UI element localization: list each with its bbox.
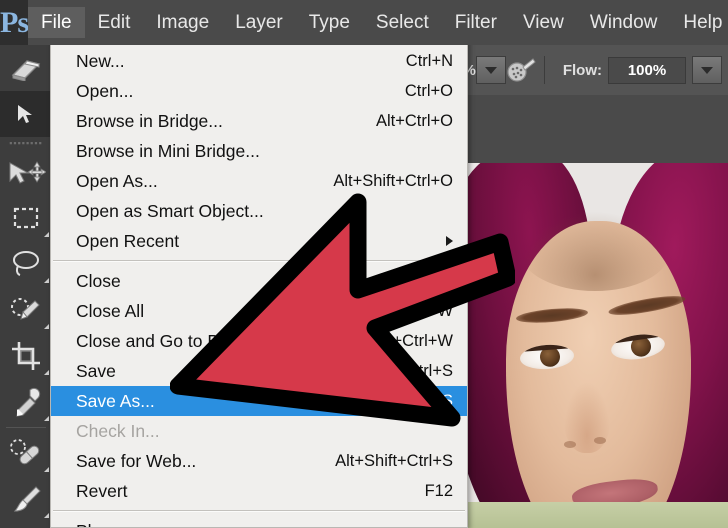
menu-item-revert[interactable]: Revert F12 [51, 476, 467, 506]
menu-item-label: Place... [76, 521, 134, 528]
menu-item-label: Save As... [76, 391, 155, 412]
submenu-arrow-icon [446, 236, 453, 246]
opacity-dropdown-button[interactable] [476, 56, 506, 84]
spot-healing-brush-tool[interactable] [0, 430, 52, 476]
airbrush-icon[interactable] [506, 56, 536, 84]
menu-item-browse-in-bridge[interactable]: Browse in Bridge... Alt+Ctrl+O [51, 106, 467, 136]
menu-select[interactable]: Select [363, 7, 442, 38]
file-menu-dropdown: New... Ctrl+N Open... Ctrl+O Browse in B… [50, 38, 468, 528]
menu-separator [53, 510, 465, 512]
menu-item-shortcut: Shift+Ctrl+W [335, 332, 453, 351]
tool-submenu-indicator-icon [44, 370, 49, 375]
menu-item-label: Save [76, 361, 116, 382]
eyedropper-tool[interactable] [0, 379, 52, 425]
menu-item-shortcut: Alt+Ctrl+W [349, 302, 453, 321]
menu-separator [53, 260, 465, 262]
menu-item-label: Open as Smart Object... [76, 201, 264, 222]
tool-submenu-indicator-icon [44, 513, 49, 518]
rectangular-marquee-tool[interactable] [0, 195, 52, 241]
menu-layer[interactable]: Layer [222, 7, 296, 38]
menu-item-place[interactable]: Place... [51, 516, 467, 528]
menu-item-save-for-web[interactable]: Save for Web... Alt+Shift+Ctrl+S [51, 446, 467, 476]
menu-item-label: New... [76, 51, 125, 72]
menu-item-label: Revert [76, 481, 128, 502]
photoshop-window: ▪▪▪▪▪▪▪▪ [0, 0, 728, 528]
chevron-down-icon [485, 67, 497, 74]
menu-item-label: Browse in Bridge... [76, 111, 223, 132]
menu-item-label: Save for Web... [76, 451, 196, 472]
menu-item-shortcut: Alt+Shift+Ctrl+S [311, 452, 453, 471]
tool-submenu-indicator-icon [44, 232, 49, 237]
tool-submenu-indicator-icon [44, 416, 49, 421]
photoshop-logo: Ps [0, 0, 28, 45]
options-divider [544, 56, 545, 84]
move-tool-top[interactable] [0, 91, 52, 137]
menu-help[interactable]: Help [670, 7, 728, 38]
menu-item-shortcut: Ctrl+O [381, 82, 453, 101]
menu-item-shortcut: Ctrl+W [378, 272, 453, 291]
menu-item-open-as-smart-object[interactable]: Open as Smart Object... [51, 196, 467, 226]
menu-item-open-as[interactable]: Open As... Alt+Shift+Ctrl+O [51, 166, 467, 196]
move-tool[interactable] [0, 149, 52, 195]
menu-item-new[interactable]: New... Ctrl+N [51, 46, 467, 76]
image-canvas[interactable] [468, 163, 728, 528]
tool-submenu-indicator-icon [44, 467, 49, 472]
menu-item-label: Close [76, 271, 121, 292]
menu-item-label: Browse in Mini Bridge... [76, 141, 260, 162]
toolbar-divider [6, 427, 46, 428]
menu-bar: Ps File Edit Image Layer Type Select Fil… [0, 0, 728, 45]
menu-item-shortcut: Alt+Ctrl+O [352, 112, 453, 131]
chevron-down-icon [701, 67, 713, 74]
menu-item-close-all[interactable]: Close All Alt+Ctrl+W [51, 296, 467, 326]
menu-item-close[interactable]: Close Ctrl+W [51, 266, 467, 296]
menu-item-shortcut: Shift+Ctrl+S [340, 392, 453, 411]
flow-label: Flow: [563, 62, 602, 79]
menu-item-browse-in-mini-bridge[interactable]: Browse in Mini Bridge... [51, 136, 467, 166]
photo-hairline [520, 211, 670, 291]
lasso-tool[interactable] [0, 241, 52, 287]
photo-nostril-left [564, 441, 576, 448]
menu-item-open-recent[interactable]: Open Recent [51, 226, 467, 256]
menu-type[interactable]: Type [296, 7, 363, 38]
menu-item-label: Open... [76, 81, 133, 102]
flow-value-input[interactable]: 100% [608, 57, 686, 84]
menu-item-save-as[interactable]: Save As... Shift+Ctrl+S [51, 386, 467, 416]
menu-item-close-and-go-to-bridge[interactable]: Close and Go to Bridge... Shift+Ctrl+W [51, 326, 467, 356]
menu-edit[interactable]: Edit [85, 7, 144, 38]
menu-item-shortcut: Alt+Shift+Ctrl+O [309, 172, 453, 191]
menu-filter[interactable]: Filter [442, 7, 510, 38]
menu-item-save[interactable]: Save Ctrl+S [51, 356, 467, 386]
toolbar-drag-handle[interactable]: ▪▪▪▪▪▪▪▪ [0, 137, 52, 149]
menu-image[interactable]: Image [143, 7, 222, 38]
menu-item-label: Open As... [76, 171, 158, 192]
menu-item-check-in: Check In... [51, 416, 467, 446]
eraser-tool[interactable] [0, 45, 52, 91]
menu-item-label: Close All [76, 301, 144, 322]
photo-nostril-right [594, 437, 606, 444]
tool-submenu-indicator-icon [44, 324, 49, 329]
menu-item-open[interactable]: Open... Ctrl+O [51, 76, 467, 106]
menu-item-label: Check In... [76, 421, 160, 442]
menu-window[interactable]: Window [577, 7, 671, 38]
brush-tool[interactable] [0, 476, 52, 522]
menu-item-shortcut: F12 [401, 482, 453, 501]
crop-tool[interactable] [0, 333, 52, 379]
tools-panel: ▪▪▪▪▪▪▪▪ [0, 45, 52, 528]
photo-background-bottom [468, 502, 728, 528]
menu-file[interactable]: File [28, 7, 85, 38]
menu-view[interactable]: View [510, 7, 577, 38]
menu-item-shortcut: Ctrl+S [383, 362, 453, 381]
quick-selection-tool[interactable] [0, 287, 52, 333]
tool-submenu-indicator-icon [44, 278, 49, 283]
clone-stamp-tool[interactable] [0, 522, 52, 528]
flow-control: Flow: 100% [563, 56, 722, 84]
flow-dropdown-button[interactable] [692, 56, 722, 84]
menu-item-shortcut: Ctrl+N [382, 52, 453, 71]
menu-item-label: Close and Go to Bridge... [76, 331, 273, 352]
menu-item-label: Open Recent [76, 231, 179, 252]
